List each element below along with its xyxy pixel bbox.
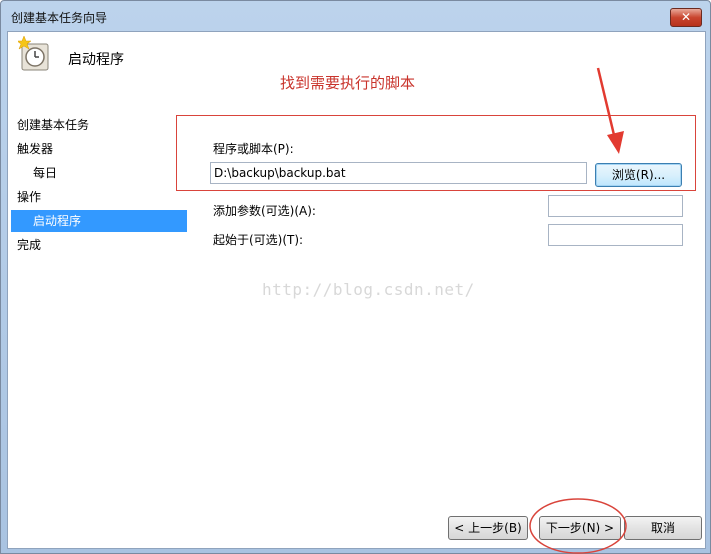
wizard-footer: < 上一步(B) 下一步(N) > 取消 [8,504,705,548]
close-button[interactable]: ✕ [670,8,702,27]
startin-label: 起始于(可选)(T): [213,233,304,247]
browse-button[interactable]: 浏览(R)... [595,163,682,187]
step-finish: 完成 [17,238,42,252]
startin-input[interactable] [548,224,683,246]
step-daily: 每日 [33,166,58,180]
watermark: http://blog.csdn.net/ [262,280,475,299]
cancel-button[interactable]: 取消 [624,516,702,540]
clock-task-icon [18,36,49,71]
program-input[interactable]: D:\backup\backup.bat [210,162,587,184]
title-bar[interactable]: 创建基本任务向导 ✕ [1,1,710,31]
annotation-text: 找到需要执行的脚本 [280,74,416,92]
args-input[interactable] [548,195,683,217]
wizard-steps: 创建基本任务 触发器 每日 操作 启动程序 完成 [8,114,190,548]
wizard-window: 创建基本任务向导 ✕ 启动程序 找到需要执行的脚本 创建基本任务 触发器 每日 … [0,0,711,554]
close-icon: ✕ [680,10,692,24]
page-title: 启动程序 [68,52,124,68]
window-title: 创建基本任务向导 [11,11,108,25]
wizard-client: 启动程序 找到需要执行的脚本 创建基本任务 触发器 每日 操作 启动程序 完成 … [7,31,706,549]
back-button[interactable]: < 上一步(B) [448,516,528,540]
step-action: 操作 [17,190,42,204]
step-trigger: 触发器 [17,142,54,156]
next-button[interactable]: 下一步(N) > [539,516,621,540]
step-create-task: 创建基本任务 [17,118,90,132]
args-label: 添加参数(可选)(A): [213,204,316,218]
wizard-header: 启动程序 找到需要执行的脚本 [8,32,705,114]
step-start-program: 启动程序 [11,210,187,232]
program-label: 程序或脚本(P): [213,142,294,156]
